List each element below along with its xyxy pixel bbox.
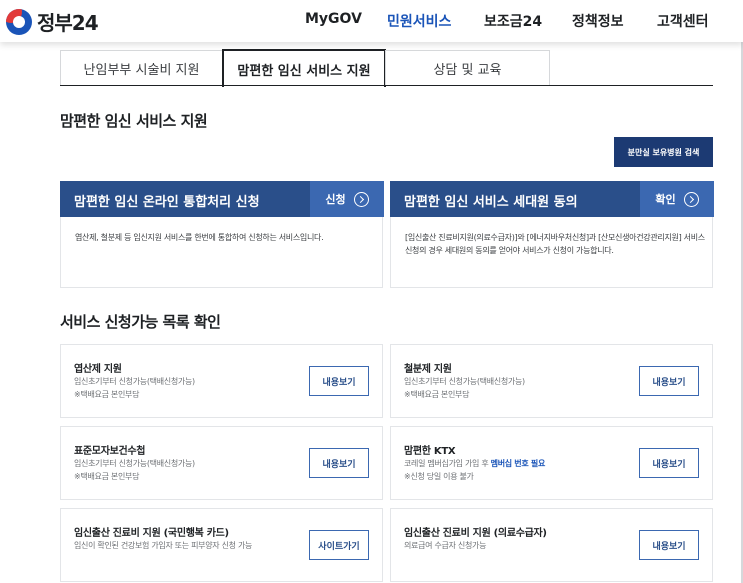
gov24-logo[interactable]: 정부24 xyxy=(6,7,99,36)
card-line2: ※택배요금 본인부담 xyxy=(404,390,470,399)
nav-policy-info[interactable]: 정책정보 xyxy=(572,11,624,31)
card-line1: 임신초기부터 신청가능(택배신청가능) xyxy=(74,377,195,386)
card-title: 임신출산 진료비 지원 (의료수급자) xyxy=(404,528,547,539)
maternity-hospital-search-button[interactable]: 분만실 보유병원 검색 xyxy=(614,137,713,167)
card-maternal-handbook: 표준모자보건수첩 임신초기부터 신청가능(택배신청가능) ※택배요금 본인부담 … xyxy=(60,426,383,500)
view-details-button[interactable]: 내용보기 xyxy=(309,448,369,478)
card-line2: ※신청 당일 이용 불가 xyxy=(404,472,474,481)
card-medical-cost-happy-card: 임신출산 진료비 지원 (국민행복 카드) 임신이 확인된 건강보험 가입자 또… xyxy=(60,508,383,582)
card-line2: ※택배요금 본인부담 xyxy=(74,390,140,399)
panel-integrated-application: 맘편한 임신 온라인 통합처리 신청 신청 엽산제, 철분제 등 임신지원 서비… xyxy=(60,181,384,288)
nav-civil-services[interactable]: 민원서비스 xyxy=(387,11,451,31)
membership-number-highlight: 멤버십 번호 필요 xyxy=(490,459,546,468)
panel-header: 맘편한 임신 서비스 세대원 동의 확인 xyxy=(390,181,714,217)
card-medical-cost-aid-recipient: 임신출산 진료비 지원 (의료수급자) 의료급여 수급자 신청가능 내용보기 xyxy=(390,508,713,582)
card-line1: 코레일 멤버십가입 가입 후 멤버십 번호 필요 xyxy=(404,458,545,469)
top-navigation-bar: 정부24 MyGOV 민원서비스 보조금24 정책정보 고객센터 xyxy=(0,0,743,42)
card-iron-supplement: 철분제 지원 임신초기부터 신청가능(택배신청가능) ※택배요금 본인부담 내용… xyxy=(390,344,713,418)
apply-label: 신청 xyxy=(325,193,346,206)
card-line1: 임신이 확인된 건강보험 가입자 또는 피부양자 신청 가능 xyxy=(74,541,253,550)
view-details-button[interactable]: 내용보기 xyxy=(639,366,699,396)
card-folic-acid: 엽산제 지원 임신초기부터 신청가능(택배신청가능) ※택배요금 본인부담 내용… xyxy=(60,344,383,418)
view-details-button[interactable]: 내용보기 xyxy=(309,366,369,396)
tab-pregnancy-service[interactable]: 맘편한 임신 서비스 지원 xyxy=(222,49,386,87)
card-line2: ※택배요금 본인부담 xyxy=(74,472,140,481)
section-title: 맘편한 임신 서비스 지원 xyxy=(60,112,208,130)
card-line1: 의료급여 수급자 신청가능 xyxy=(404,541,487,550)
confirm-label: 확인 xyxy=(655,193,676,206)
service-list-title: 서비스 신청가능 목록 확인 xyxy=(60,313,221,331)
circle-arrow-right-icon xyxy=(353,191,369,207)
card-ktx: 맘편한 KTX 코레일 멤버십가입 가입 후 멤버십 번호 필요 ※신청 당일 … xyxy=(390,426,713,500)
card-title: 임신출산 진료비 지원 (국민행복 카드) xyxy=(74,528,229,539)
tab-counseling-education[interactable]: 상담 및 교육 xyxy=(385,50,550,86)
panel-header: 맘편한 임신 온라인 통합처리 신청 신청 xyxy=(60,181,384,217)
card-title: 엽산제 지원 xyxy=(74,364,122,375)
confirm-button[interactable]: 확인 xyxy=(640,181,714,217)
go-to-site-button[interactable]: 사이트가기 xyxy=(309,530,369,560)
tab-infertility-support[interactable]: 난임부부 시술비 지원 xyxy=(60,50,223,86)
card-line1: 임신초기부터 신청가능(택배신청가능) xyxy=(404,377,525,386)
logo-text: 정부24 xyxy=(37,11,99,35)
panel-title: 맘편한 임신 온라인 통합처리 신청 xyxy=(74,195,260,210)
taegeuk-logo-icon xyxy=(6,8,32,35)
apply-button[interactable]: 신청 xyxy=(310,181,384,217)
panel-household-consent: 맘편한 임신 서비스 세대원 동의 확인 [임신출산 진료비지원(의료수급자)]… xyxy=(390,181,714,288)
view-details-button[interactable]: 내용보기 xyxy=(639,530,699,560)
panel-description: [임신출산 진료비지원(의료수급자)]와 [에너지바우처신청]과 [산모신생아건… xyxy=(405,233,705,255)
card-title: 철분제 지원 xyxy=(404,364,452,375)
panel-title: 맘편한 임신 서비스 세대원 동의 xyxy=(404,195,578,210)
tab-underline xyxy=(60,85,713,86)
card-title: 표준모자보건수첩 xyxy=(74,446,146,457)
view-details-button[interactable]: 내용보기 xyxy=(639,448,699,478)
nav-mygov[interactable]: MyGOV xyxy=(305,11,362,27)
card-line1: 임신초기부터 신청가능(택배신청가능) xyxy=(74,459,195,468)
nav-customer-center[interactable]: 고객센터 xyxy=(657,11,709,31)
card-title: 맘편한 KTX xyxy=(404,446,456,457)
nav-subsidy24[interactable]: 보조금24 xyxy=(484,11,542,31)
circle-arrow-right-icon xyxy=(683,191,699,207)
panel-description: 엽산제, 철분제 등 임신지원 서비스를 한번에 통합하여 신청하는 서비스입니… xyxy=(75,233,324,242)
card-line1-text: 코레일 멤버십가입 가입 후 xyxy=(404,459,491,468)
